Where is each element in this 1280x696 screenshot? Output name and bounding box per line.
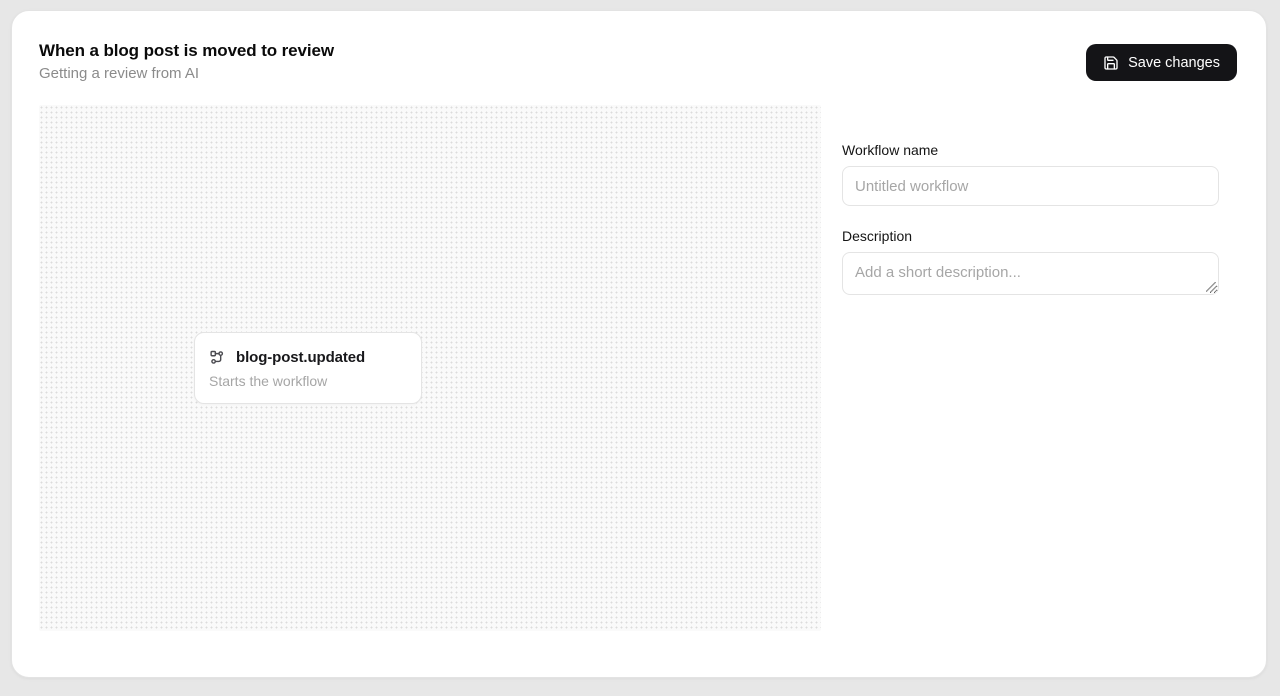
trigger-node-header: blog-post.updated	[209, 349, 407, 366]
workflow-canvas[interactable]: blog-post.updated Starts the workflow	[39, 105, 821, 631]
settings-panel: Workflow name Description	[842, 142, 1219, 295]
page-title: When a blog post is moved to review	[39, 41, 334, 61]
trigger-node[interactable]: blog-post.updated Starts the workflow	[194, 332, 422, 404]
save-changes-button[interactable]: Save changes	[1086, 44, 1237, 81]
workflow-name-input[interactable]	[842, 166, 1219, 206]
save-icon	[1103, 55, 1119, 71]
field-gap	[842, 206, 1219, 228]
page-subtitle: Getting a review from AI	[39, 64, 334, 83]
description-label: Description	[842, 228, 1219, 244]
description-field-wrap	[842, 252, 1219, 295]
page-header: When a blog post is moved to review Gett…	[39, 41, 334, 83]
trigger-node-title: blog-post.updated	[236, 349, 365, 366]
workflow-icon	[209, 349, 226, 366]
save-button-label: Save changes	[1128, 55, 1220, 71]
trigger-node-subtitle: Starts the workflow	[209, 373, 407, 389]
workflow-name-label: Workflow name	[842, 142, 1219, 158]
description-textarea[interactable]	[842, 252, 1219, 295]
app-card: When a blog post is moved to review Gett…	[11, 10, 1267, 678]
